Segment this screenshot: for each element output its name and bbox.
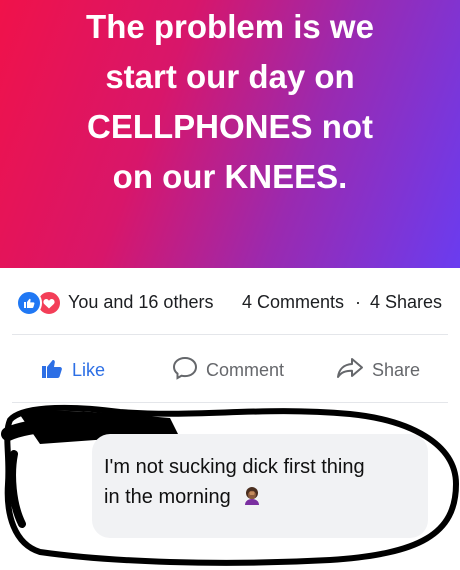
comment-section: I'm not sucking dick first thing in the … [0,404,460,570]
post-image-banner: The problem is we start our day on CELLP… [0,0,460,268]
share-arrow-icon [336,356,372,385]
actions-divider [12,402,448,403]
comment-text-content: I'm not sucking dick first thing in the … [104,456,365,508]
stats-separator: · [355,292,361,312]
comment-bubble-icon [172,356,206,385]
post-stats-bar: You and 16 others 4 Comments · 4 Shares [0,268,460,334]
comments-count-link[interactable]: 4 Comments [242,292,344,313]
comment-label: Comment [206,360,285,380]
reaction-icons[interactable] [16,290,62,316]
reactions-count-text[interactable]: You and 16 others [68,292,213,313]
post-quote-text: The problem is we start our day on CELLP… [86,8,374,195]
woman-facepalming-emoji-icon [242,485,262,515]
like-label: Like [72,360,106,380]
shares-count-link[interactable]: 4 Shares [370,292,442,313]
stats-divider [12,334,448,335]
comment-text: I'm not sucking dick first thing in the … [104,452,424,515]
like-button[interactable]: Like [40,356,105,385]
comment-button[interactable]: Comment [172,356,284,385]
thumbs-up-icon [40,356,72,385]
post-action-bar: Like Comment Share [0,336,460,398]
like-reaction-icon [16,290,42,316]
share-label: Share [372,360,421,380]
share-button[interactable]: Share [336,356,420,385]
